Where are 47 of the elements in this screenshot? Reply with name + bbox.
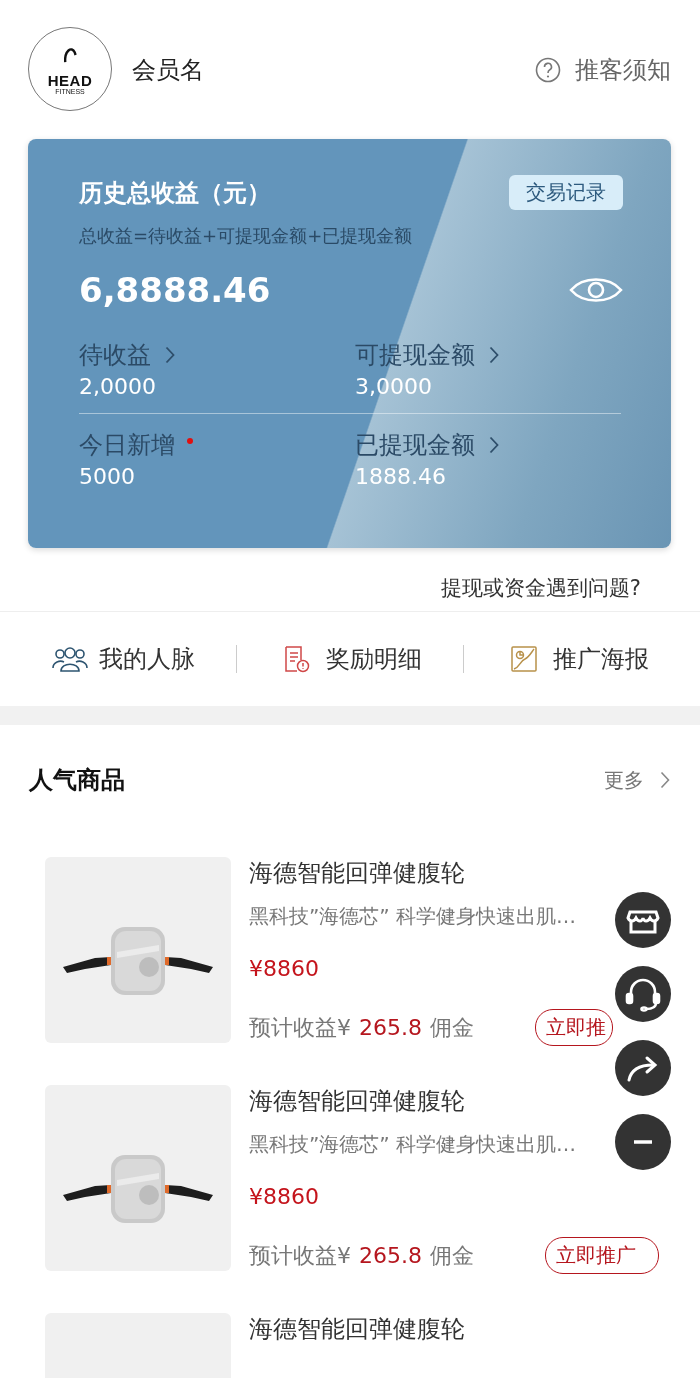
chevron-icon[interactable]: [489, 436, 499, 454]
formula-text: 总收益=待收益+可提现金额+已提现金额: [79, 224, 414, 248]
earnings-amount: 265.8: [359, 1014, 422, 1040]
product-price: ¥8860: [249, 956, 320, 981]
product-title[interactable]: 海德智能回弹健腹轮: [249, 857, 465, 889]
earnings-title: 历史总收益（元）: [79, 177, 271, 209]
stat-label[interactable]: 已提现金额: [355, 429, 475, 461]
eye-icon[interactable]: [569, 275, 623, 305]
logo-text: HEAD: [47, 73, 93, 88]
shortcut-link[interactable]: 我的人脉: [98, 643, 195, 675]
product-description: 黑科技”海德芯” 科学健身快速出肌…: [249, 903, 578, 930]
people-icon[interactable]: [50, 645, 89, 673]
new-dot: [187, 438, 193, 444]
promote-button[interactable]: 立即推: [535, 1009, 613, 1046]
commission-label: 佣金: [430, 1013, 474, 1042]
total-amount: 6,8888.46: [79, 270, 271, 310]
guide-link[interactable]: 推客须知: [575, 53, 671, 86]
earnings-amount: 265.8: [359, 1242, 422, 1268]
head-mark-icon: [62, 45, 78, 64]
collapse-icon[interactable]: [615, 1114, 671, 1170]
more-link[interactable]: 更多: [604, 766, 644, 794]
chevron-icon[interactable]: [165, 346, 175, 364]
chevron-icon[interactable]: [489, 346, 499, 364]
product-title[interactable]: 海德智能回弹健腹轮: [249, 1313, 465, 1345]
share-icon[interactable]: [615, 1040, 671, 1096]
chevron-icon[interactable]: [660, 771, 670, 789]
help-icon[interactable]: [535, 56, 561, 83]
stat-value: 2,0000: [79, 374, 157, 399]
headset-icon[interactable]: [615, 966, 671, 1022]
records-button[interactable]: 交易记录: [509, 175, 623, 210]
section-title: 人气商品: [29, 765, 125, 796]
earnings-label: 预计收益¥: [249, 1241, 351, 1270]
product-price: ¥8860: [249, 1184, 320, 1209]
earnings-label: 预计收益¥: [249, 1013, 351, 1042]
stat-value: 3,0000: [355, 374, 433, 399]
commission-label: 佣金: [430, 1241, 474, 1270]
member-name: 会员名: [132, 54, 205, 86]
stat-label: 今日新增: [79, 430, 175, 461]
shortcut-link[interactable]: 推广海报: [553, 643, 650, 675]
stat-value: 1888.46: [355, 464, 447, 489]
product-title[interactable]: 海德智能回弹健腹轮: [249, 1085, 465, 1117]
shortcut-link[interactable]: 奖励明细: [325, 643, 422, 675]
promote-button[interactable]: 立即推广: [545, 1237, 659, 1274]
stat-value: 5000: [79, 464, 136, 489]
product-description: 黑科技”海德芯” 科学健身快速出肌…: [249, 1131, 578, 1158]
help-link[interactable]: 提现或资金遇到问题?: [440, 576, 641, 600]
store-icon[interactable]: [615, 892, 671, 948]
